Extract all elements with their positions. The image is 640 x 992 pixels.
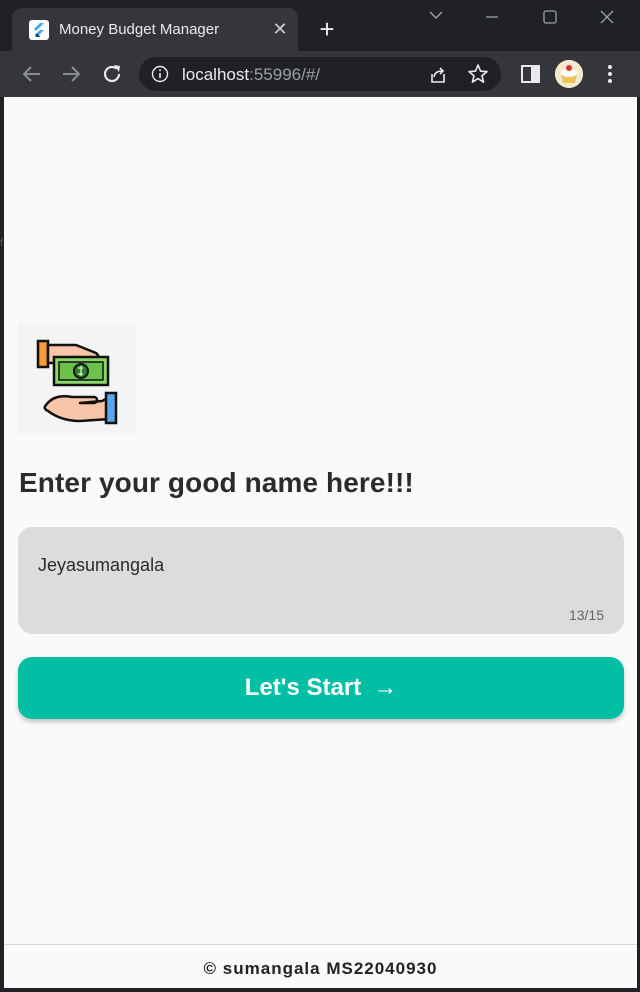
menu-dots-icon[interactable] xyxy=(597,61,623,87)
url-path: :55996/#/ xyxy=(249,65,321,84)
footer: © sumangala MS22040930 xyxy=(4,944,637,988)
tab-search-chevron-icon[interactable] xyxy=(416,4,456,32)
flutter-favicon-icon xyxy=(29,20,49,40)
name-field[interactable]: 13/15 xyxy=(18,527,624,634)
star-icon[interactable] xyxy=(467,63,489,85)
money-hand-icon xyxy=(18,323,136,435)
tab-title: Money Budget Manager xyxy=(59,21,220,38)
page-heading: Enter your good name here!!! xyxy=(19,467,414,498)
profile-avatar[interactable] xyxy=(555,60,583,88)
right-arrow-icon: → xyxy=(373,674,398,701)
minimize-icon[interactable] xyxy=(472,4,512,32)
back-arrow-icon[interactable] xyxy=(19,61,45,87)
address-bar[interactable]: localhost:55996/#/ xyxy=(139,57,501,91)
url-host: localhost xyxy=(182,65,250,84)
info-icon[interactable] xyxy=(151,65,169,83)
side-panel-icon[interactable] xyxy=(518,61,544,87)
close-icon[interactable]: ✕ xyxy=(270,18,290,40)
reload-icon[interactable] xyxy=(99,61,125,87)
share-icon[interactable] xyxy=(427,64,449,86)
browser-toolbar: localhost:55996/#/ xyxy=(0,51,640,97)
close-window-icon[interactable] xyxy=(587,4,627,32)
url-text: localhost:55996/#/ xyxy=(182,65,320,85)
tab-strip: Money Budget Manager ✕ + xyxy=(0,0,640,51)
plus-icon[interactable]: + xyxy=(314,16,340,42)
browser-window: Money Budget Manager ✕ + localhost:55996… xyxy=(0,0,640,992)
forward-arrow-icon[interactable] xyxy=(58,61,84,87)
name-input[interactable] xyxy=(38,551,558,579)
stray-text: f xyxy=(0,237,4,249)
start-button-label: Let's Start xyxy=(244,674,362,701)
footer-copyright: © sumangala MS22040930 xyxy=(203,959,438,978)
character-counter: 13/15 xyxy=(568,607,604,623)
app-page: f Enter your good name here!!! 13/ xyxy=(0,97,637,988)
tab-active[interactable]: Money Budget Manager ✕ xyxy=(12,8,298,51)
lets-start-button[interactable]: Let's Start → xyxy=(18,657,624,719)
maximize-icon[interactable] xyxy=(530,4,570,32)
